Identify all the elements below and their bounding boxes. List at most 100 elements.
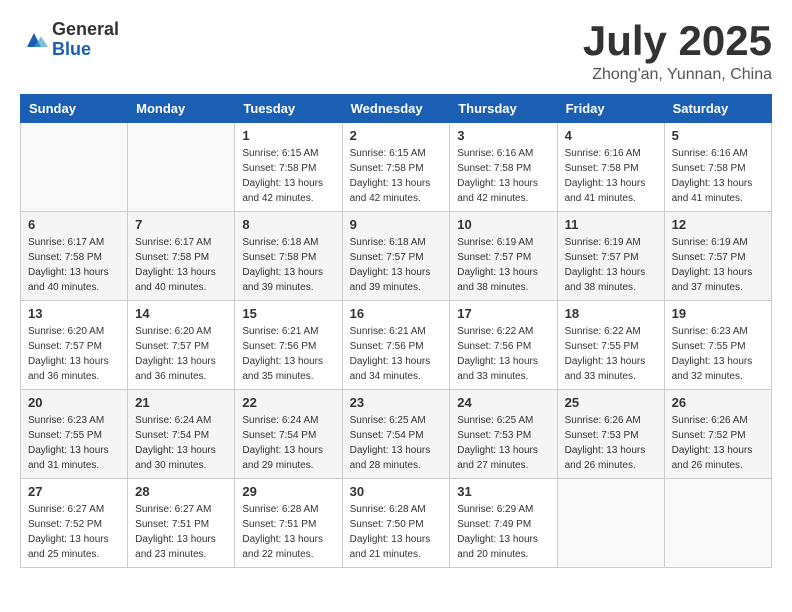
day-number: 11 [565,217,657,232]
calendar-day-cell: 7 Sunrise: 6:17 AM Sunset: 7:58 PM Daylig… [128,212,235,301]
day-detail: Sunrise: 6:20 AM Sunset: 7:57 PM Dayligh… [135,324,227,384]
logo: General Blue [20,20,119,60]
calendar-day-cell: 12 Sunrise: 6:19 AM Sunset: 7:57 PM Dayli… [664,212,771,301]
day-number: 7 [135,217,227,232]
day-detail: Sunrise: 6:25 AM Sunset: 7:54 PM Dayligh… [350,413,443,473]
day-detail: Sunrise: 6:18 AM Sunset: 7:58 PM Dayligh… [242,235,334,295]
calendar-day-cell: 20 Sunrise: 6:23 AM Sunset: 7:55 PM Dayli… [21,390,128,479]
day-detail: Sunrise: 6:28 AM Sunset: 7:51 PM Dayligh… [242,502,334,562]
calendar-week-row: 20 Sunrise: 6:23 AM Sunset: 7:55 PM Dayli… [21,390,772,479]
calendar-day-cell [664,479,771,568]
calendar-day-cell [557,479,664,568]
day-number: 1 [242,128,334,143]
day-of-week-header: Sunday [21,95,128,123]
day-number: 12 [672,217,764,232]
calendar-day-cell: 3 Sunrise: 6:16 AM Sunset: 7:58 PM Daylig… [450,123,557,212]
calendar-day-cell: 6 Sunrise: 6:17 AM Sunset: 7:58 PM Daylig… [21,212,128,301]
logo-general: General [52,20,119,40]
calendar-day-cell: 10Sunrise: 6:19 AM Sunset: 7:57 PM Dayli… [450,212,557,301]
day-detail: Sunrise: 6:22 AM Sunset: 7:55 PM Dayligh… [565,324,657,384]
day-of-week-header: Wednesday [342,95,450,123]
calendar-day-cell: 21 Sunrise: 6:24 AM Sunset: 7:54 PM Dayli… [128,390,235,479]
logo-blue: Blue [52,40,119,60]
calendar-week-row: 1 Sunrise: 6:15 AM Sunset: 7:58 PM Daylig… [21,123,772,212]
day-number: 29 [242,484,334,499]
day-detail: Sunrise: 6:23 AM Sunset: 7:55 PM Dayligh… [672,324,764,384]
day-detail: Sunrise: 6:24 AM Sunset: 7:54 PM Dayligh… [135,413,227,473]
calendar-day-cell: 29 Sunrise: 6:28 AM Sunset: 7:51 PM Dayli… [235,479,342,568]
day-number: 18 [565,306,657,321]
day-number: 3 [457,128,549,143]
calendar-day-cell: 27Sunrise: 6:27 AM Sunset: 7:52 PM Dayli… [21,479,128,568]
day-number: 31 [457,484,549,499]
day-of-week-header: Monday [128,95,235,123]
day-detail: Sunrise: 6:15 AM Sunset: 7:58 PM Dayligh… [350,146,443,206]
calendar-day-cell: 8 Sunrise: 6:18 AM Sunset: 7:58 PM Daylig… [235,212,342,301]
day-of-week-header: Tuesday [235,95,342,123]
day-number: 14 [135,306,227,321]
day-number: 15 [242,306,334,321]
day-number: 13 [28,306,120,321]
day-number: 30 [350,484,443,499]
day-detail: Sunrise: 6:17 AM Sunset: 7:58 PM Dayligh… [28,235,120,295]
day-detail: Sunrise: 6:23 AM Sunset: 7:55 PM Dayligh… [28,413,120,473]
day-detail: Sunrise: 6:16 AM Sunset: 7:58 PM Dayligh… [565,146,657,206]
day-number: 6 [28,217,120,232]
calendar-day-cell: 18 Sunrise: 6:22 AM Sunset: 7:55 PM Dayli… [557,301,664,390]
calendar-day-cell [21,123,128,212]
day-detail: Sunrise: 6:20 AM Sunset: 7:57 PM Dayligh… [28,324,120,384]
calendar-day-cell: 25Sunrise: 6:26 AM Sunset: 7:53 PM Dayli… [557,390,664,479]
calendar-day-cell: 4Sunrise: 6:16 AM Sunset: 7:58 PM Daylig… [557,123,664,212]
day-number: 22 [242,395,334,410]
calendar-day-cell: 15Sunrise: 6:21 AM Sunset: 7:56 PM Dayli… [235,301,342,390]
day-number: 5 [672,128,764,143]
calendar-day-cell: 28 Sunrise: 6:27 AM Sunset: 7:51 PM Dayli… [128,479,235,568]
calendar-week-row: 13 Sunrise: 6:20 AM Sunset: 7:57 PM Dayli… [21,301,772,390]
calendar-day-cell: 5 Sunrise: 6:16 AM Sunset: 7:58 PM Daylig… [664,123,771,212]
title-area: July 2025 Zhong'an, Yunnan, China [583,20,772,84]
day-detail: Sunrise: 6:16 AM Sunset: 7:58 PM Dayligh… [672,146,764,206]
day-detail: Sunrise: 6:26 AM Sunset: 7:52 PM Dayligh… [672,413,764,473]
calendar-day-cell: 22Sunrise: 6:24 AM Sunset: 7:54 PM Dayli… [235,390,342,479]
calendar-day-cell: 30 Sunrise: 6:28 AM Sunset: 7:50 PM Dayli… [342,479,450,568]
day-of-week-header: Thursday [450,95,557,123]
logo-icon [20,26,48,54]
calendar-day-cell: 13 Sunrise: 6:20 AM Sunset: 7:57 PM Dayli… [21,301,128,390]
day-detail: Sunrise: 6:27 AM Sunset: 7:52 PM Dayligh… [28,502,120,562]
day-number: 26 [672,395,764,410]
day-number: 19 [672,306,764,321]
day-number: 24 [457,395,549,410]
calendar-day-cell: 24 Sunrise: 6:25 AM Sunset: 7:53 PM Dayli… [450,390,557,479]
day-number: 10 [457,217,549,232]
day-detail: Sunrise: 6:17 AM Sunset: 7:58 PM Dayligh… [135,235,227,295]
day-detail: Sunrise: 6:27 AM Sunset: 7:51 PM Dayligh… [135,502,227,562]
calendar-day-cell: 9Sunrise: 6:18 AM Sunset: 7:57 PM Daylig… [342,212,450,301]
calendar-day-cell: 11Sunrise: 6:19 AM Sunset: 7:57 PM Dayli… [557,212,664,301]
day-detail: Sunrise: 6:18 AM Sunset: 7:57 PM Dayligh… [350,235,443,295]
day-number: 20 [28,395,120,410]
day-detail: Sunrise: 6:28 AM Sunset: 7:50 PM Dayligh… [350,502,443,562]
day-detail: Sunrise: 6:16 AM Sunset: 7:58 PM Dayligh… [457,146,549,206]
calendar-header-row: SundayMondayTuesdayWednesdayThursdayFrid… [21,95,772,123]
day-number: 8 [242,217,334,232]
day-number: 17 [457,306,549,321]
calendar-day-cell: 19 Sunrise: 6:23 AM Sunset: 7:55 PM Dayli… [664,301,771,390]
calendar-week-row: 6 Sunrise: 6:17 AM Sunset: 7:58 PM Daylig… [21,212,772,301]
calendar-day-cell: 1Sunrise: 6:15 AM Sunset: 7:58 PM Daylig… [235,123,342,212]
day-detail: Sunrise: 6:22 AM Sunset: 7:56 PM Dayligh… [457,324,549,384]
day-number: 21 [135,395,227,410]
day-number: 25 [565,395,657,410]
day-number: 28 [135,484,227,499]
day-detail: Sunrise: 6:29 AM Sunset: 7:49 PM Dayligh… [457,502,549,562]
day-of-week-header: Friday [557,95,664,123]
calendar-day-cell: 26 Sunrise: 6:26 AM Sunset: 7:52 PM Dayli… [664,390,771,479]
day-detail: Sunrise: 6:25 AM Sunset: 7:53 PM Dayligh… [457,413,549,473]
calendar-day-cell: 2Sunrise: 6:15 AM Sunset: 7:58 PM Daylig… [342,123,450,212]
logo-text: General Blue [52,20,119,60]
month-year-title: July 2025 [583,20,772,62]
calendar-week-row: 27Sunrise: 6:27 AM Sunset: 7:52 PM Dayli… [21,479,772,568]
day-detail: Sunrise: 6:21 AM Sunset: 7:56 PM Dayligh… [350,324,443,384]
day-number: 16 [350,306,443,321]
location-subtitle: Zhong'an, Yunnan, China [583,66,772,84]
day-detail: Sunrise: 6:19 AM Sunset: 7:57 PM Dayligh… [672,235,764,295]
